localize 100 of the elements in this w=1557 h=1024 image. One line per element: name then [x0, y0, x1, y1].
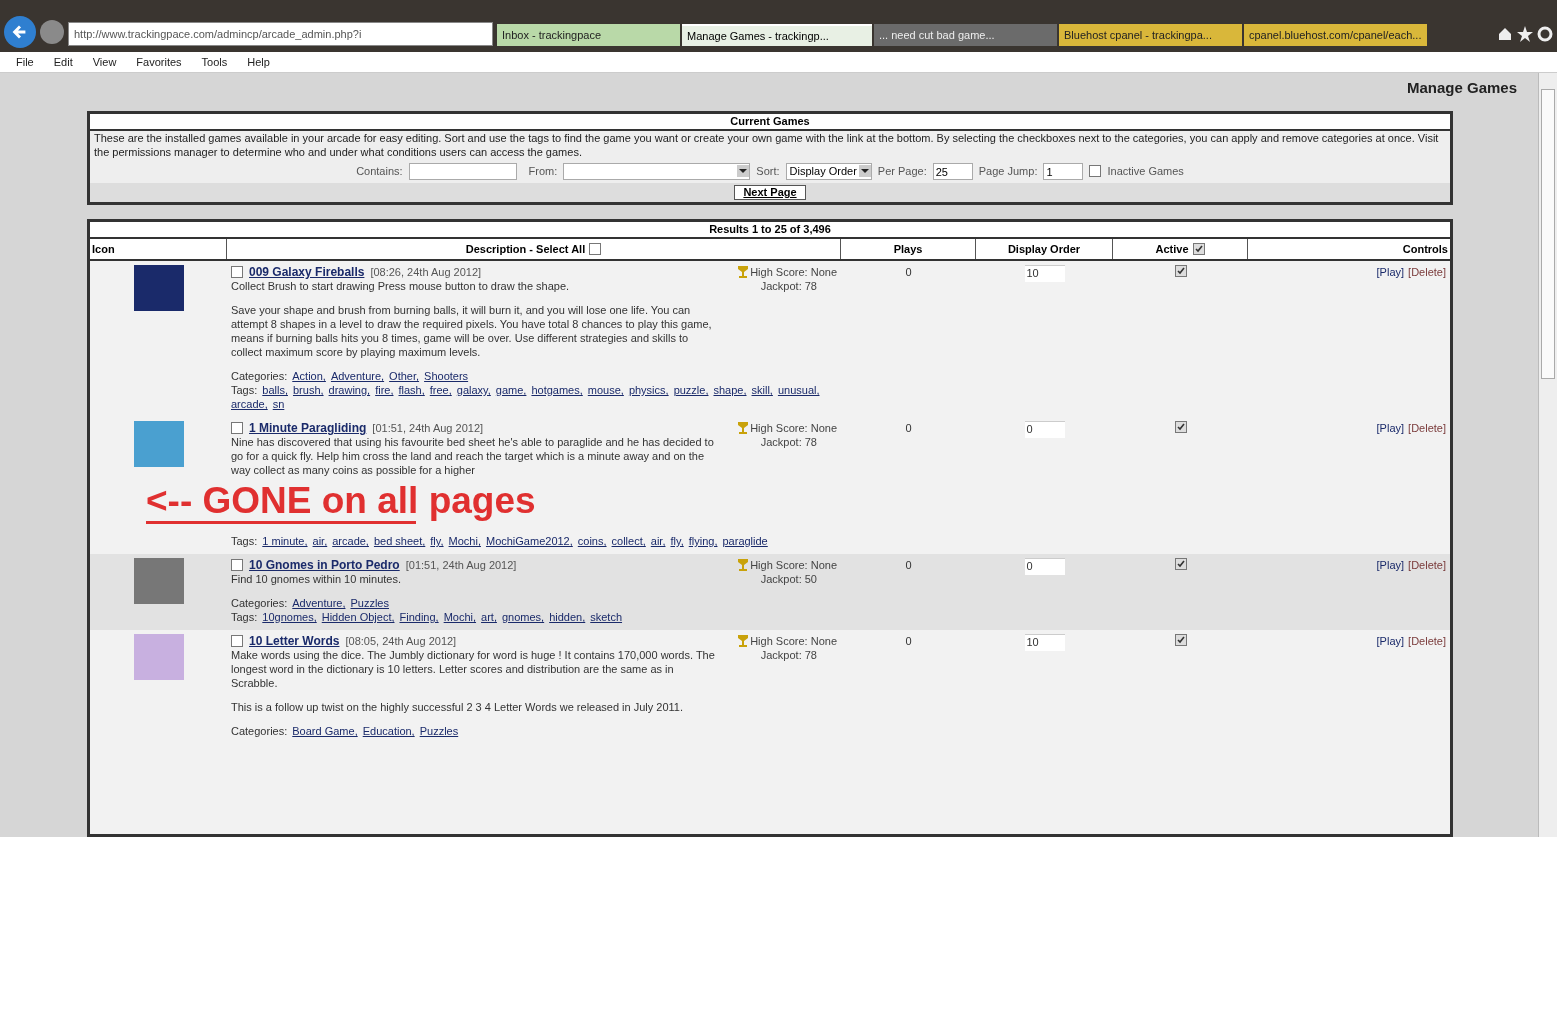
tag-link[interactable]: coins,: [577, 534, 607, 548]
back-button-icon[interactable]: [4, 16, 36, 48]
active-checkbox[interactable]: [1174, 265, 1187, 277]
tag-link[interactable]: flying,: [688, 534, 718, 548]
tag-link[interactable]: arcade,: [332, 534, 369, 548]
browser-tab[interactable]: ... need cut bad game...: [874, 24, 1057, 46]
active-checkbox[interactable]: [1174, 634, 1187, 646]
tag-link[interactable]: brush,: [293, 383, 324, 397]
row-checkbox[interactable]: [231, 266, 243, 278]
display-order-field[interactable]: 0: [1024, 558, 1065, 575]
game-title-link[interactable]: 10 Letter Words: [249, 634, 340, 648]
address-bar[interactable]: http://www.trackingpace.com/admincp/arcade_admin.php?i: [68, 22, 493, 46]
browser-tab[interactable]: cpanel.bluehost.com/cpanel/each...: [1244, 24, 1427, 46]
play-link[interactable]: [Play]: [1376, 421, 1405, 435]
menu-item[interactable]: File: [16, 53, 34, 71]
delete-link[interactable]: [Delete]: [1408, 558, 1446, 572]
menu-item[interactable]: Edit: [53, 53, 73, 71]
results-title: Results 1 to 25 of 3,496: [90, 222, 1450, 239]
active-checkbox[interactable]: [1174, 558, 1187, 570]
active-checkbox[interactable]: [1174, 421, 1187, 433]
browser-tab[interactable]: Inbox - trackingpace: [497, 24, 680, 46]
display-order-field[interactable]: 10: [1024, 265, 1065, 282]
select-all-checkbox[interactable]: [589, 243, 602, 255]
tag-link[interactable]: paraglide: [722, 534, 768, 548]
display-order-field[interactable]: 0: [1024, 421, 1065, 438]
play-link[interactable]: [Play]: [1376, 265, 1405, 279]
tag-link[interactable]: gnomes,: [501, 610, 545, 624]
game-title-link[interactable]: 10 Gnomes in Porto Pedro: [249, 558, 400, 572]
settings-icon[interactable]: [1537, 26, 1553, 42]
sort-dropdown[interactable]: Display Order: [785, 162, 872, 180]
tag-link[interactable]: drawing,: [328, 383, 371, 397]
row-checkbox[interactable]: [231, 559, 243, 571]
tag-link[interactable]: balls,: [262, 383, 288, 397]
browser-tab[interactable]: Bluehost cpanel - trackingpa...: [1059, 24, 1242, 46]
tag-link[interactable]: free,: [429, 383, 452, 397]
row-checkbox[interactable]: [231, 635, 243, 647]
home-icon[interactable]: [1497, 26, 1513, 42]
tag-link[interactable]: arcade,: [231, 397, 268, 411]
category-link[interactable]: Puzzles: [419, 724, 459, 738]
category-link[interactable]: Adventure,: [330, 369, 385, 383]
play-link[interactable]: [Play]: [1376, 634, 1405, 648]
tag-link[interactable]: air,: [312, 534, 328, 548]
tag-link[interactable]: fly,: [670, 534, 684, 548]
contains-field[interactable]: [408, 162, 517, 180]
menu-item[interactable]: Help: [247, 53, 270, 71]
category-link[interactable]: Other,: [389, 369, 420, 383]
row-checkbox[interactable]: [231, 422, 243, 434]
tag-link[interactable]: collect,: [611, 534, 646, 548]
category-link[interactable]: Action,: [292, 369, 326, 383]
tag-link[interactable]: mouse,: [587, 383, 624, 397]
tag-link[interactable]: skill,: [751, 383, 773, 397]
tag-link[interactable]: Mochi,: [443, 610, 477, 624]
delete-link[interactable]: [Delete]: [1408, 634, 1446, 648]
tag-link[interactable]: flash,: [398, 383, 425, 397]
tag-link[interactable]: Finding,: [399, 610, 439, 624]
game-title-link[interactable]: 1 Minute Paragliding: [249, 421, 367, 435]
browser-tab[interactable]: Manage Games - trackingp...: [682, 24, 872, 46]
next-page-button[interactable]: Next Page: [734, 185, 806, 200]
page-jump-field[interactable]: 1: [1043, 162, 1084, 180]
play-link[interactable]: [Play]: [1376, 558, 1405, 572]
display-order-field[interactable]: 10: [1024, 634, 1065, 651]
tag-link[interactable]: shape,: [713, 383, 747, 397]
game-title-link[interactable]: 009 Galaxy Fireballs: [249, 265, 365, 279]
scrollbar[interactable]: [1538, 73, 1557, 837]
delete-link[interactable]: [Delete]: [1408, 265, 1446, 279]
tag-link[interactable]: hidden,: [549, 610, 586, 624]
tag-link[interactable]: unusual,: [777, 383, 820, 397]
from-dropdown[interactable]: [563, 162, 751, 180]
menu-item[interactable]: Tools: [201, 53, 228, 71]
tag-link[interactable]: physics,: [628, 383, 669, 397]
tag-link[interactable]: Mochi,: [448, 534, 481, 548]
tag-link[interactable]: MochiGame2012,: [485, 534, 573, 548]
category-link[interactable]: Puzzles: [350, 596, 389, 610]
tag-link[interactable]: game,: [495, 383, 527, 397]
plays-count: 0: [905, 265, 912, 279]
tag-link[interactable]: bed sheet,: [373, 534, 426, 548]
tag-link[interactable]: galaxy,: [456, 383, 491, 397]
tag-link[interactable]: air,: [650, 534, 666, 548]
forward-button-icon[interactable]: [40, 20, 64, 44]
delete-link[interactable]: [Delete]: [1408, 421, 1446, 435]
category-link[interactable]: Shooters: [424, 369, 469, 383]
tag-link[interactable]: Hidden Object,: [321, 610, 395, 624]
tag-link[interactable]: 10gnomes,: [262, 610, 317, 624]
per-page-field[interactable]: 25: [932, 162, 973, 180]
column-header: Plays: [893, 241, 923, 257]
menu-item[interactable]: View: [92, 53, 117, 71]
menu-item[interactable]: Favorites: [136, 53, 182, 71]
tag-link[interactable]: sn: [272, 397, 285, 411]
star-icon[interactable]: [1517, 26, 1533, 42]
tag-link[interactable]: hotgames,: [531, 383, 583, 397]
tag-link[interactable]: puzzle,: [673, 383, 709, 397]
category-link[interactable]: Board Game,: [292, 724, 358, 738]
tag-link[interactable]: fire,: [375, 383, 394, 397]
tag-link[interactable]: sketch: [590, 610, 623, 624]
tag-link[interactable]: art,: [481, 610, 497, 624]
tag-link[interactable]: 1 minute,: [262, 534, 308, 548]
tag-link[interactable]: fly,: [430, 534, 444, 548]
active-all-checkbox[interactable]: [1192, 243, 1205, 255]
category-link[interactable]: Adventure,: [292, 596, 346, 610]
category-link[interactable]: Education,: [362, 724, 415, 738]
